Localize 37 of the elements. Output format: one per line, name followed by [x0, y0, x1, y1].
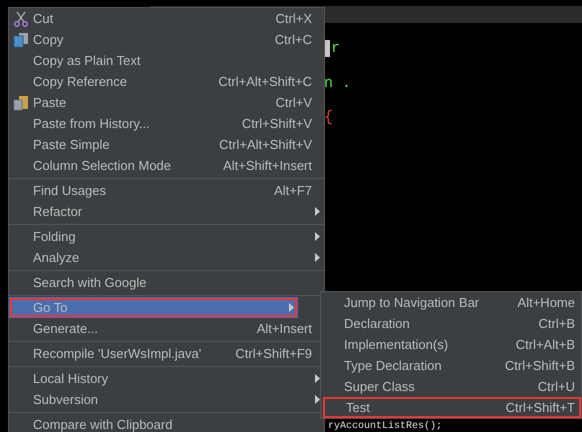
code-line: ryAccountListRes(); — [328, 421, 442, 432]
menu-item[interactable]: Find Usages Alt+F7 — [9, 180, 324, 201]
menu-item[interactable]: Generate... Alt+Insert — [9, 318, 324, 339]
code-fragment: r — [331, 39, 340, 59]
menu-item[interactable]: Type Declaration Ctrl+Shift+B — [321, 355, 581, 376]
menu-item[interactable]: Cut Ctrl+X — [9, 8, 324, 29]
menu-item[interactable]: Folding — [9, 226, 324, 247]
menu-item[interactable]: Super Class Ctrl+U — [321, 376, 581, 397]
code-fragment: n . — [324, 74, 352, 94]
menu-item[interactable]: Declaration Ctrl+B — [321, 313, 581, 334]
menu-item[interactable]: Search with Google — [9, 272, 324, 293]
menu-item[interactable]: Implementation(s) Ctrl+Alt+B — [321, 334, 581, 355]
menu-item[interactable]: Paste Ctrl+V — [9, 92, 324, 113]
submenu-arrow-icon — [315, 374, 320, 383]
menu-item[interactable]: Copy as Plain Text — [9, 50, 324, 71]
menu-item[interactable]: Local History — [9, 368, 324, 389]
menu-item[interactable]: Test Ctrl+Shift+T — [323, 397, 581, 418]
menu-item[interactable]: Copy Ctrl+C — [9, 29, 324, 50]
menu-item[interactable]: Analyze — [9, 247, 324, 268]
submenu-arrow-icon — [315, 395, 320, 404]
menu-item[interactable]: Copy Reference Ctrl+Alt+Shift+C — [9, 71, 324, 92]
submenu-arrow-icon — [289, 303, 294, 312]
menu-item[interactable]: Compare with Clipboard — [9, 414, 324, 432]
menu-item[interactable]: Refactor — [9, 201, 324, 222]
submenu-arrow-icon — [315, 253, 320, 262]
menu-item[interactable]: Column Selection Mode Alt+Shift+Insert — [9, 155, 324, 176]
submenu-arrow-icon — [315, 232, 320, 241]
copy-icon — [13, 32, 29, 48]
menu-item[interactable]: Recompile 'UserWsImpl.java' Ctrl+Shift+F9 — [9, 343, 324, 364]
menu-item[interactable]: Paste from History... Ctrl+Shift+V — [9, 113, 324, 134]
menu-item[interactable]: Paste Simple Ctrl+Alt+Shift+V — [9, 134, 324, 155]
scissors-icon — [13, 11, 29, 27]
submenu-arrow-icon — [315, 207, 320, 216]
paste-icon — [13, 95, 29, 111]
menu-item[interactable]: Jump to Navigation Bar Alt+Home — [321, 292, 581, 313]
code-fragment: { — [324, 108, 334, 128]
menu-item[interactable]: Subversion — [9, 389, 324, 410]
